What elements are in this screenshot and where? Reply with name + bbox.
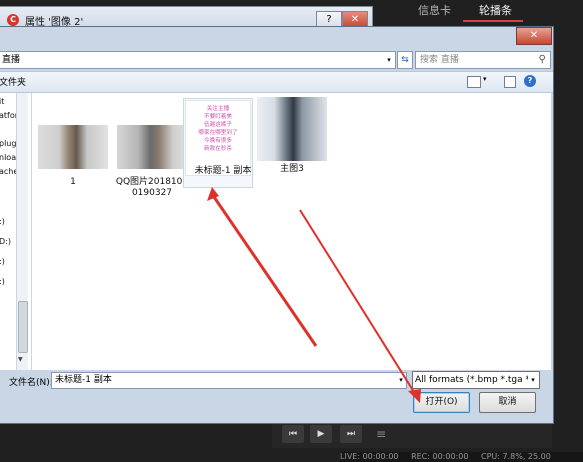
address-dropdown-icon[interactable]: ▾ — [383, 51, 396, 69]
preview-line: 哪家在哪里到了 — [198, 130, 238, 136]
address-bar[interactable]: 直播 — [0, 51, 387, 69]
preview-line: 不要盯着美 — [204, 114, 232, 120]
preview-line: 今晚有很多 — [204, 138, 232, 144]
file-item[interactable]: 1 — [38, 111, 108, 201]
filename-label: 文件名(N): — [9, 378, 53, 388]
chevron-down-icon[interactable]: ▾ — [528, 372, 538, 388]
file-thumbnail — [38, 125, 108, 169]
preview-line: 新款在秒杀 — [204, 146, 232, 152]
search-icon[interactable]: ⚲ — [539, 52, 546, 68]
app-logo-icon: C — [7, 14, 19, 26]
open-file-dialog: ✕ 直播 ▾ ⇆ 搜索 直播 ⚲ 文件夹 ▾ ? it atfor plugi … — [0, 26, 554, 424]
view-dropdown-icon[interactable]: ▾ — [483, 75, 487, 83]
file-type-value: All formats (*.bmp *.tga *.pn — [415, 375, 540, 385]
preview-pane-icon[interactable] — [504, 76, 516, 88]
cancel-button[interactable]: 取消 — [479, 392, 536, 413]
dialog-close-button[interactable]: ✕ — [516, 27, 552, 45]
view-icon[interactable] — [467, 76, 481, 88]
file-item[interactable]: 主图3 — [257, 97, 327, 187]
tab-info-card[interactable]: 信息卡 — [418, 0, 451, 22]
file-thumbnail — [117, 125, 187, 169]
file-name: 1 — [70, 177, 76, 187]
tab-carousel[interactable]: 轮播条 — [479, 0, 512, 22]
file-item-selected[interactable]: 关注主播 不要盯着美 伍越这裤子 哪家在哪里到了 今晚有很多 新款在秒杀 未标题… — [183, 98, 253, 188]
search-placeholder: 搜索 直播 — [420, 55, 459, 65]
filename-dropdown-icon[interactable]: ▾ — [396, 372, 407, 389]
file-item[interactable]: QQ图片20181020190327 — [115, 111, 189, 201]
open-button[interactable]: 打开(O) — [413, 392, 470, 413]
play-icon[interactable]: ▶ — [310, 425, 332, 443]
file-thumbnail — [257, 97, 327, 161]
cpu-status: CPU: 7.8%, 25.00 — [480, 452, 551, 461]
next-icon[interactable]: ⏭ — [340, 425, 362, 443]
filename-input[interactable]: 未标题-1 副本 — [51, 372, 398, 389]
status-bar: LIVE: 00:00:00 REC: 00:00:00 CPU: 7.8%, … — [340, 452, 583, 462]
file-name: 主图3 — [280, 164, 304, 174]
rec-status: REC: 00:00:00 — [411, 452, 469, 461]
nav-scrollbar[interactable]: ▼ — [16, 93, 28, 370]
file-type-select[interactable]: All formats (*.bmp *.tga *.pn ▾ — [412, 371, 540, 389]
active-tab-indicator — [463, 20, 523, 22]
player-controls: ⏮ ▶ ⏭ ≡ — [272, 420, 552, 448]
file-thumbnail: 关注主播 不要盯着美 伍越这裤子 哪家在哪里到了 今晚有很多 新款在秒杀 — [185, 100, 251, 176]
dialog-toolbar: 文件夹 ▾ ? — [0, 71, 553, 93]
refresh-icon[interactable]: ⇆ — [397, 51, 413, 69]
file-list: 1 QQ图片20181020190327 关注主播 不要盯着美 伍越这裤子 哪家… — [32, 93, 551, 370]
scrollbar-thumb[interactable] — [18, 301, 28, 353]
scroll-down-icon[interactable]: ▼ — [18, 356, 23, 363]
playlist-icon[interactable]: ≡ — [376, 425, 386, 443]
preview-line: 伍越这裤子 — [204, 122, 232, 128]
live-status: LIVE: 00:00:00 — [340, 452, 399, 461]
file-name: QQ图片20181020190327 — [115, 177, 189, 198]
help-icon[interactable]: ? — [524, 75, 536, 87]
new-folder-button[interactable]: 文件夹 — [0, 75, 26, 88]
preview-line: 关注主播 — [206, 106, 230, 112]
previous-icon[interactable]: ⏮ — [282, 425, 304, 443]
search-input[interactable]: 搜索 直播 ⚲ — [415, 51, 551, 69]
